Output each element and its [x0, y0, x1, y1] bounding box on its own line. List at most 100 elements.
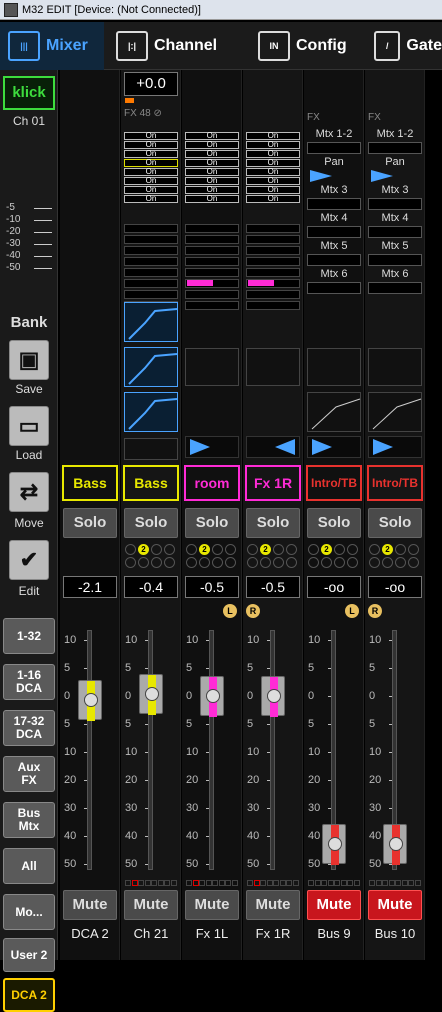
mute-button[interactable]: Mute — [124, 890, 178, 920]
assign-dot[interactable] — [186, 557, 197, 568]
send-level[interactable] — [124, 257, 178, 266]
send-on-toggle[interactable]: On — [185, 132, 239, 140]
send-on-toggle[interactable]: On — [124, 186, 178, 194]
fader-track[interactable] — [87, 630, 92, 870]
mute-button[interactable]: Mute — [63, 890, 117, 920]
assign-dot[interactable] — [212, 544, 223, 555]
comp-curve[interactable] — [307, 392, 361, 432]
save-button[interactable]: ▣ — [9, 340, 49, 380]
assign-dot[interactable] — [125, 557, 136, 568]
send-on-toggle[interactable]: On — [246, 141, 300, 149]
tab-channel[interactable]: |:| Channel — [108, 22, 220, 70]
send-level[interactable] — [124, 235, 178, 244]
send-level[interactable] — [246, 290, 300, 299]
strip-name[interactable]: Bass — [62, 465, 118, 501]
send-on-toggle[interactable]: On — [185, 141, 239, 149]
send-level[interactable] — [185, 268, 239, 277]
assign-dot[interactable] — [260, 557, 271, 568]
send-on-toggle[interactable]: On — [124, 141, 178, 149]
assign-dot[interactable] — [164, 544, 175, 555]
assign-dot[interactable]: 2 — [260, 544, 271, 555]
matrix-send[interactable] — [368, 198, 422, 210]
strip-name[interactable]: Intro/TB — [367, 465, 423, 501]
fader-value[interactable]: -0.4 — [124, 576, 178, 598]
layer-17-32-dca[interactable]: 17-32 DCA — [3, 710, 55, 746]
send-on-toggle[interactable]: On — [185, 177, 239, 185]
matrix-send[interactable] — [307, 142, 361, 154]
solo-button[interactable]: Solo — [124, 508, 178, 538]
load-button[interactable]: ▭ — [9, 406, 49, 446]
matrix-send[interactable] — [368, 226, 422, 238]
send-level[interactable] — [185, 257, 239, 266]
strip-name[interactable]: room — [184, 465, 240, 501]
mute-button[interactable]: Mute — [307, 890, 361, 920]
send-on-toggle[interactable]: On — [246, 195, 300, 203]
assign-dot[interactable] — [308, 557, 319, 568]
assign-dot[interactable] — [369, 544, 380, 555]
matrix-send[interactable] — [307, 254, 361, 266]
send-level[interactable] — [246, 246, 300, 255]
send-on-toggle[interactable]: On — [124, 195, 178, 203]
assign-dot[interactable] — [308, 544, 319, 555]
dyn-box[interactable] — [185, 348, 239, 386]
send-level[interactable] — [246, 301, 300, 310]
layer-aux-fx[interactable]: Aux FX — [3, 756, 55, 792]
send-on-toggle[interactable]: On — [185, 186, 239, 194]
assign-dot[interactable] — [408, 544, 419, 555]
assign-dot[interactable] — [321, 557, 332, 568]
assign-dot[interactable]: 2 — [321, 544, 332, 555]
mute-button[interactable]: Mute — [246, 890, 300, 920]
send-on-toggle[interactable]: On — [124, 132, 178, 140]
strip-name[interactable]: Bass — [123, 465, 179, 501]
send-level[interactable] — [124, 246, 178, 255]
send-level[interactable] — [124, 290, 178, 299]
send-on-toggle[interactable]: On — [185, 159, 239, 167]
solo-button[interactable]: Solo — [63, 508, 117, 538]
assign-dot[interactable] — [199, 557, 210, 568]
matrix-send[interactable] — [307, 198, 361, 210]
assign-dot[interactable] — [369, 557, 380, 568]
dyn-curve[interactable] — [124, 347, 178, 387]
send-on-toggle[interactable]: On — [185, 150, 239, 158]
comp-curve[interactable] — [124, 392, 178, 432]
fx-insert-label[interactable]: FX 48 ⊘ — [124, 108, 162, 119]
comp-curve[interactable] — [368, 392, 422, 432]
eq-curve[interactable] — [124, 302, 178, 342]
assign-dot[interactable] — [347, 557, 358, 568]
assign-dot[interactable] — [395, 544, 406, 555]
matrix-send[interactable] — [368, 254, 422, 266]
send-level[interactable] — [246, 224, 300, 233]
send-on-toggle[interactable]: On — [246, 168, 300, 176]
matrix-send[interactable] — [368, 142, 422, 154]
matrix-send[interactable] — [368, 282, 422, 294]
send-level[interactable] — [185, 246, 239, 255]
assign-dot[interactable]: 2 — [382, 544, 393, 555]
assign-dot[interactable] — [225, 544, 236, 555]
select-arrow-button[interactable] — [185, 436, 239, 458]
fader-knob[interactable] — [200, 676, 224, 717]
send-on-toggle[interactable]: On — [246, 177, 300, 185]
tab-mixer[interactable]: ||| Mixer — [0, 22, 104, 70]
pan-indicator[interactable] — [310, 170, 332, 182]
send-level[interactable] — [124, 268, 178, 277]
solo-button[interactable]: Solo — [246, 508, 300, 538]
send-on-toggle[interactable]: On — [185, 195, 239, 203]
layer-dca-2[interactable]: DCA 2 — [3, 978, 55, 1012]
fader-knob[interactable] — [383, 824, 407, 865]
solo-button[interactable]: Solo — [185, 508, 239, 538]
klick-button[interactable]: klick — [3, 76, 55, 110]
move-button[interactable]: ⇄ — [9, 472, 49, 512]
fader-knob[interactable] — [139, 674, 163, 715]
fader-knob[interactable] — [78, 680, 102, 721]
mute-button[interactable]: Mute — [368, 890, 422, 920]
edit-button[interactable]: ✔ — [9, 540, 49, 580]
send-on-toggle[interactable]: On — [246, 186, 300, 194]
assign-dot[interactable] — [247, 557, 258, 568]
assign-dot[interactable] — [151, 544, 162, 555]
send-level[interactable] — [124, 224, 178, 233]
send-on-toggle[interactable]: On — [124, 150, 178, 158]
assign-dot[interactable] — [125, 544, 136, 555]
dyn-box[interactable] — [246, 348, 300, 386]
fader-track[interactable] — [148, 630, 153, 870]
assign-dot[interactable] — [408, 557, 419, 568]
